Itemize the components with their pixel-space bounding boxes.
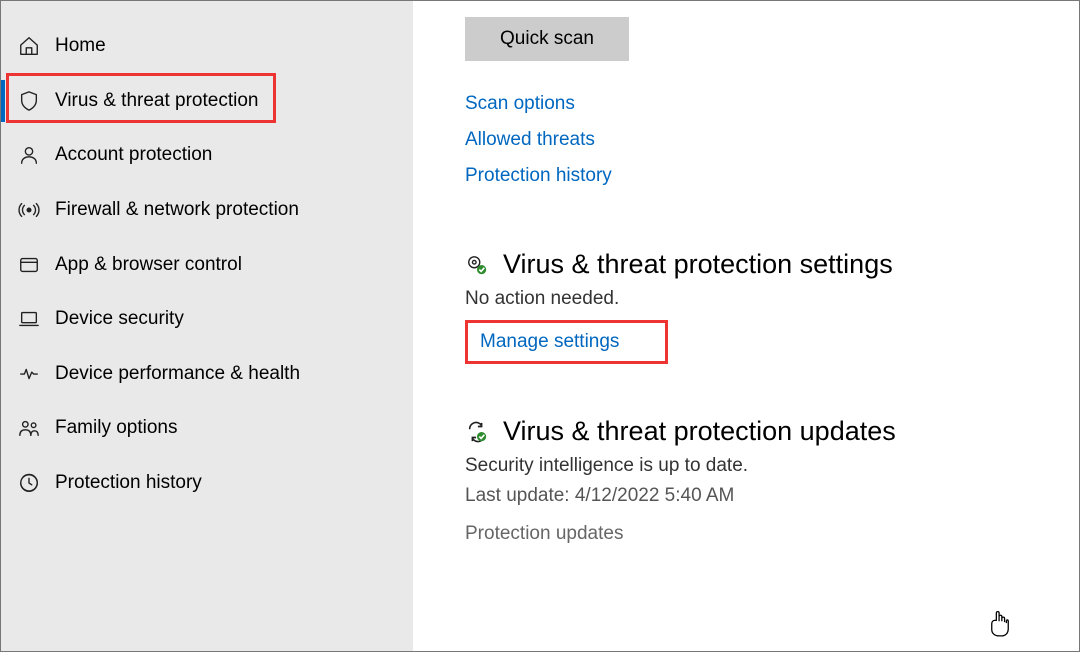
history-icon <box>17 471 41 495</box>
home-icon <box>17 34 41 58</box>
person-icon <box>17 143 41 167</box>
nav-label: App & browser control <box>55 254 242 276</box>
settings-section-status: No action needed. <box>465 288 1079 310</box>
settings-section-title: Virus & threat protection settings <box>503 249 893 280</box>
nav-protection-history[interactable]: Protection history <box>1 456 413 511</box>
nav-virus-threat[interactable]: Virus & threat protection <box>1 74 413 129</box>
laptop-icon <box>17 307 41 331</box>
people-icon <box>17 416 41 440</box>
nav-device-security[interactable]: Device security <box>1 292 413 347</box>
nav-device-health[interactable]: Device performance & health <box>1 347 413 402</box>
nav-app-browser[interactable]: App & browser control <box>1 237 413 292</box>
sidebar: Home Virus & threat protection Account p… <box>1 1 413 651</box>
heart-rate-icon <box>17 362 41 386</box>
updates-section-status: Security intelligence is up to date. <box>465 455 1079 477</box>
annotation-highlight-2: Manage settings <box>465 320 668 364</box>
scan-options-link[interactable]: Scan options <box>465 93 1079 115</box>
shield-icon <box>17 89 41 113</box>
updates-section-title: Virus & threat protection updates <box>503 416 896 447</box>
nav-account[interactable]: Account protection <box>1 128 413 183</box>
app-window-icon <box>17 253 41 277</box>
updates-section: Virus & threat protection updates Securi… <box>465 416 1079 545</box>
cursor-icon <box>989 611 1011 642</box>
protection-history-link[interactable]: Protection history <box>465 165 1079 187</box>
manage-settings-link[interactable]: Manage settings <box>480 331 619 353</box>
nav-home[interactable]: Home <box>1 19 413 74</box>
protection-updates-link[interactable]: Protection updates <box>465 523 623 545</box>
gear-check-icon <box>465 253 489 277</box>
main-content: Quick scan Scan options Allowed threats … <box>413 1 1079 651</box>
nav-family[interactable]: Family options <box>1 401 413 456</box>
nav-label: Home <box>55 35 106 57</box>
nav-label: Protection history <box>55 472 202 494</box>
updates-last-update: Last update: 4/12/2022 5:40 AM <box>465 485 1079 507</box>
nav-label: Family options <box>55 417 178 439</box>
sync-check-icon <box>465 420 489 444</box>
settings-section: Virus & threat protection settings No ac… <box>465 249 1079 364</box>
quick-scan-button[interactable]: Quick scan <box>465 17 629 61</box>
nav-label: Device performance & health <box>55 363 300 385</box>
nav-label: Device security <box>55 308 184 330</box>
antenna-icon <box>17 198 41 222</box>
nav-label: Virus & threat protection <box>55 90 258 112</box>
nav-label: Account protection <box>55 144 212 166</box>
allowed-threats-link[interactable]: Allowed threats <box>465 129 1079 151</box>
nav-label: Firewall & network protection <box>55 199 299 221</box>
nav-firewall[interactable]: Firewall & network protection <box>1 183 413 238</box>
